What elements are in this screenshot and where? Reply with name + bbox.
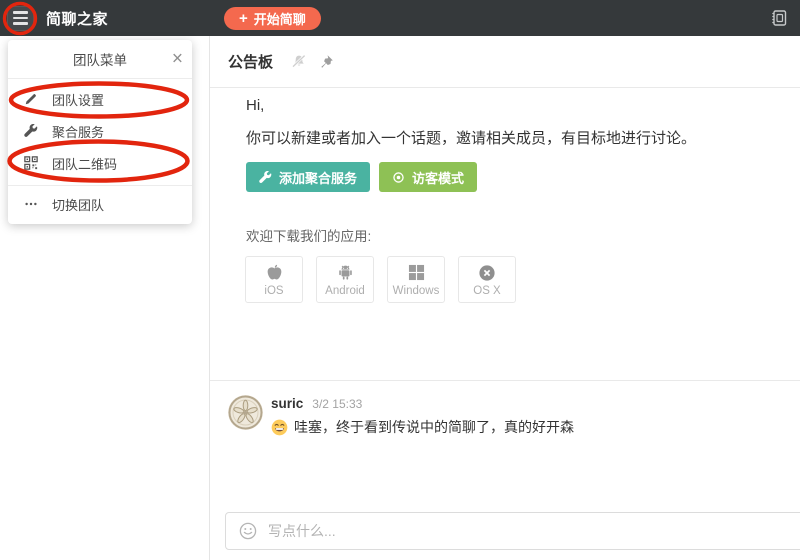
visitor-mode-button[interactable]: 访客模式 (379, 162, 477, 192)
message-timestamp: 3/2 15:33 (312, 397, 362, 411)
app-card-osx[interactable]: OS X (458, 256, 516, 303)
menu-item-label: 团队设置 (52, 90, 104, 109)
app-header: 简聊之家 + 开始简聊 (0, 0, 800, 36)
menu-item-label: 团队二维码 (52, 154, 117, 173)
app-card-android[interactable]: Android (316, 256, 374, 303)
pencil-icon (23, 92, 39, 106)
team-title: 简聊之家 (46, 8, 108, 29)
plus-icon: + (239, 11, 248, 26)
menu-item-team-settings[interactable]: 团队设置 (8, 83, 192, 115)
hamburger-menu-button[interactable] (7, 6, 34, 31)
start-chat-button[interactable]: + 开始简聊 (224, 7, 321, 30)
osx-icon (478, 262, 496, 283)
visitor-mode-label: 访客模式 (412, 168, 464, 187)
message-text: 哇塞，终于看到传说中的简聊了，真的好开森 (294, 417, 574, 437)
board-greeting: Hi, (246, 97, 264, 114)
hamburger-icon (13, 11, 28, 13)
team-menu-items: 团队设置 聚合服务 (8, 79, 192, 222)
address-book-icon (770, 9, 788, 27)
windows-icon (408, 262, 425, 283)
app-card-label: Android (325, 285, 365, 297)
add-service-label: 添加聚合服务 (279, 168, 357, 187)
board-title: 公告板 (228, 51, 273, 72)
board-action-buttons: 添加聚合服务 访客模式 (246, 162, 477, 192)
app-card-label: Windows (393, 285, 440, 297)
start-chat-label: 开始简聊 (254, 9, 306, 28)
add-service-button[interactable]: 添加聚合服务 (246, 162, 370, 192)
pushpin-icon[interactable] (319, 54, 334, 69)
team-menu-title: 团队菜单 (73, 49, 127, 69)
eye-icon (392, 171, 405, 184)
menu-item-services[interactable]: 聚合服务 (8, 115, 192, 147)
app-card-windows[interactable]: Windows (387, 256, 445, 303)
wrench-icon (23, 124, 39, 138)
chat-message: suric 3/2 15:33 哇塞，终于看到传说中的简聊了，真的好开森 (228, 395, 574, 437)
board-header: 公告板 (210, 36, 800, 88)
android-icon (336, 262, 355, 283)
menu-item-label: 切换团队 (52, 195, 104, 214)
message-composer[interactable] (225, 512, 800, 550)
emoji-picker-button[interactable] (239, 522, 257, 540)
address-book-button[interactable] (770, 9, 788, 27)
board-description: 你可以新建或者加入一个话题，邀请相关成员，有目标地进行讨论。 (246, 127, 696, 148)
close-button[interactable]: × (172, 50, 183, 69)
menu-item-team-qrcode[interactable]: 团队二维码 (8, 147, 192, 179)
downloads-heading: 欢迎下载我们的应用: (246, 225, 371, 245)
apple-icon (265, 262, 284, 283)
app-card-label: iOS (264, 285, 283, 297)
message-input[interactable] (268, 523, 800, 539)
ellipsis-icon (23, 197, 39, 211)
app-card-label: OS X (473, 285, 500, 297)
grinning-face-emoji (271, 419, 288, 436)
wrench-icon (259, 171, 272, 184)
smiley-icon (239, 522, 257, 540)
app-card-ios[interactable]: iOS (245, 256, 303, 303)
message-author: suric (271, 396, 303, 411)
message-body: suric 3/2 15:33 哇塞，终于看到传说中的简聊了，真的好开森 (271, 395, 574, 437)
team-menu-panel: 团队菜单 × 团队设置 聚合服务 (8, 40, 192, 224)
avatar[interactable] (228, 395, 263, 430)
qrcode-icon (23, 156, 39, 170)
bell-muted-icon[interactable] (291, 54, 307, 69)
app-download-cards: iOS Android (245, 256, 516, 303)
menu-item-label: 聚合服务 (52, 122, 104, 141)
close-icon: × (172, 49, 183, 70)
content-divider (210, 380, 800, 381)
menu-item-switch-team[interactable]: 切换团队 (8, 186, 192, 222)
main-content: 公告板 Hi, 你可以新建或者加入一个话题，邀请相关成员，有目标地进行讨论。 (210, 36, 800, 560)
team-menu-header: 团队菜单 × (8, 40, 192, 79)
